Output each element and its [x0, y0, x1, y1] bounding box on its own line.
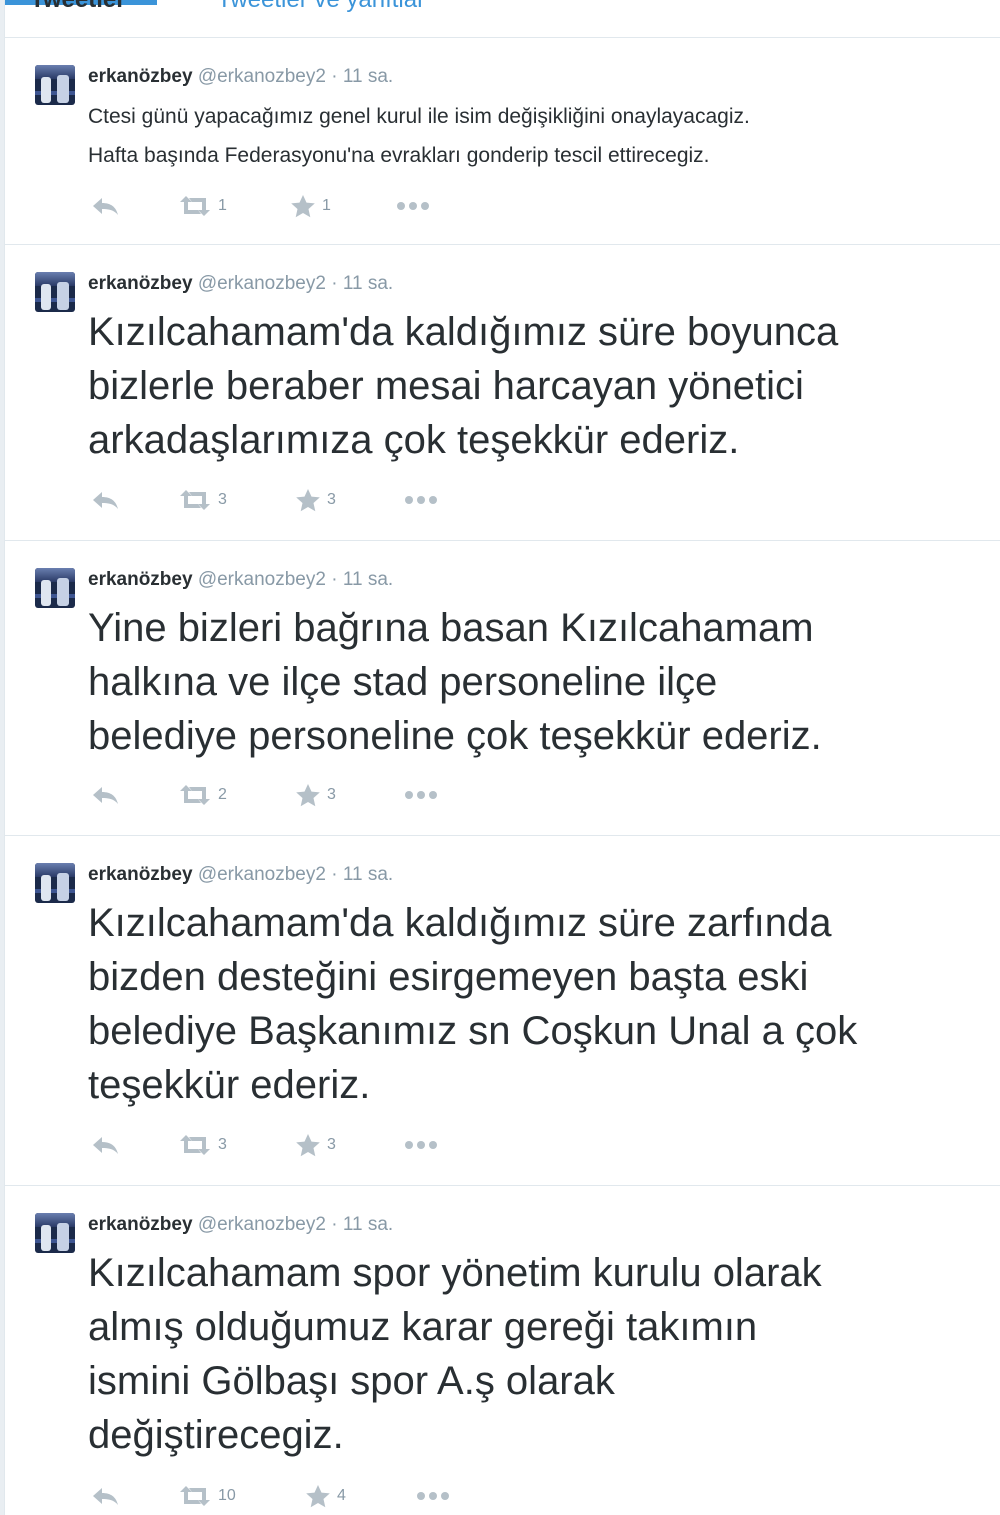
retweet-button[interactable]: 10: [178, 1484, 236, 1508]
tweet-text: Kızılcahamam'da kaldığımız süre boyunca …: [88, 310, 839, 462]
separator: ·: [331, 1214, 338, 1235]
retweet-count: 3: [218, 491, 227, 508]
reply-button[interactable]: [90, 194, 120, 218]
separator: ·: [331, 66, 338, 87]
more-button[interactable]: [396, 194, 430, 218]
retweet-count: 1: [218, 197, 227, 214]
favorite-count: 1: [322, 197, 331, 214]
star-icon: [296, 489, 320, 512]
tweet-timestamp[interactable]: 11 sa.: [343, 66, 393, 87]
tweet-actions: 3 3: [90, 488, 490, 512]
more-icon: [405, 1141, 437, 1149]
separator: ·: [331, 864, 338, 885]
retweet-button[interactable]: 2: [178, 783, 227, 807]
tweet-timestamp[interactable]: 11 sa.: [343, 864, 393, 885]
tweet-actions: 2 3: [90, 783, 490, 807]
favorite-button[interactable]: 4: [305, 1484, 346, 1508]
reply-button[interactable]: [90, 1484, 120, 1508]
avatar[interactable]: [35, 863, 75, 903]
more-button[interactable]: [404, 783, 438, 807]
user-handle[interactable]: @erkanozbey2: [198, 273, 326, 294]
tab-tweets-and-replies[interactable]: Tweetler ve yanıtlar: [217, 0, 425, 14]
star-icon: [291, 195, 315, 218]
user-name[interactable]: erkanözbey: [88, 864, 193, 885]
user-handle[interactable]: @erkanozbey2: [198, 1214, 326, 1235]
user-handle[interactable]: @erkanozbey2: [198, 569, 326, 590]
tweet-header: erkanözbey @erkanozbey2 · 11 sa.: [88, 568, 393, 592]
reply-icon: [93, 1488, 118, 1505]
profile-tabs: Tweetler Tweetler ve yanıtlar: [5, 0, 1000, 38]
more-icon: [405, 791, 437, 799]
more-button[interactable]: [404, 1133, 438, 1157]
favorite-button[interactable]: 3: [295, 783, 336, 807]
retweet-count: 10: [218, 1487, 236, 1504]
tweet-header: erkanözbey @erkanozbey2 · 11 sa.: [88, 863, 393, 887]
tweet-actions: 3 3: [90, 1133, 490, 1157]
tweet-header: erkanözbey @erkanozbey2 · 11 sa.: [88, 1213, 393, 1237]
favorite-button[interactable]: 1: [290, 194, 331, 218]
user-name[interactable]: erkanözbey: [88, 66, 193, 87]
tab-tweets[interactable]: Tweetler: [30, 0, 126, 14]
retweet-icon: [180, 1135, 210, 1155]
separator: ·: [331, 569, 338, 590]
tweet[interactable]: erkanözbey @erkanozbey2 · 11 sa. Kızılca…: [5, 245, 1000, 541]
avatar[interactable]: [35, 568, 75, 608]
tweet[interactable]: erkanözbey @erkanozbey2 · 11 sa. Yine bi…: [5, 541, 1000, 836]
retweet-button[interactable]: 3: [178, 488, 227, 512]
user-name[interactable]: erkanözbey: [88, 1214, 193, 1235]
tweet-timestamp[interactable]: 11 sa.: [343, 1214, 393, 1235]
more-icon: [405, 496, 437, 504]
star-icon: [306, 1485, 330, 1508]
favorite-count: 3: [327, 786, 336, 803]
more-icon: [397, 202, 429, 210]
favorite-count: 4: [337, 1487, 346, 1504]
tweet-header: erkanözbey @erkanozbey2 · 11 sa.: [88, 272, 393, 296]
star-icon: [296, 784, 320, 807]
retweet-icon: [180, 1486, 210, 1506]
tweet-text: Ctesi günü yapacağımız genel kurul ile i…: [88, 105, 750, 167]
reply-icon: [93, 787, 118, 804]
retweet-icon: [180, 490, 210, 510]
favorite-count: 3: [327, 1136, 336, 1153]
user-handle[interactable]: @erkanozbey2: [198, 864, 326, 885]
tweet-timestamp[interactable]: 11 sa.: [343, 273, 393, 294]
tweet-timestamp[interactable]: 11 sa.: [343, 569, 393, 590]
user-name[interactable]: erkanözbey: [88, 569, 193, 590]
tweet[interactable]: erkanözbey @erkanozbey2 · 11 sa. Kızılca…: [5, 836, 1000, 1186]
more-icon: [417, 1492, 449, 1500]
reply-button[interactable]: [90, 1133, 120, 1157]
retweet-icon: [180, 196, 210, 216]
favorite-button[interactable]: 3: [295, 1133, 336, 1157]
reply-icon: [93, 1137, 118, 1154]
reply-button[interactable]: [90, 488, 120, 512]
avatar[interactable]: [35, 65, 75, 105]
separator: ·: [331, 273, 338, 294]
reply-icon: [93, 492, 118, 509]
retweet-button[interactable]: 1: [178, 194, 227, 218]
favorite-count: 3: [327, 491, 336, 508]
tweet-header: erkanözbey @erkanozbey2 · 11 sa.: [88, 65, 393, 89]
tweet-text: Yine bizleri bağrına basan Kızılcahamam …: [88, 606, 822, 758]
tweet-text: Kızılcahamam'da kaldığımız süre zarfında…: [88, 901, 858, 1107]
tweet-text: Kızılcahamam spor yönetim kurulu olarak …: [88, 1251, 822, 1457]
user-name[interactable]: erkanözbey: [88, 273, 193, 294]
retweet-count: 2: [218, 786, 227, 803]
retweet-icon: [180, 785, 210, 805]
avatar[interactable]: [35, 272, 75, 312]
retweet-button[interactable]: 3: [178, 1133, 227, 1157]
tweet-actions: 10 4: [90, 1484, 490, 1508]
more-button[interactable]: [404, 488, 438, 512]
user-handle[interactable]: @erkanozbey2: [198, 66, 326, 87]
tweet-actions: 1 1: [90, 194, 490, 218]
tweet[interactable]: erkanözbey @erkanozbey2 · 11 sa. Kızılca…: [5, 1186, 1000, 1515]
favorite-button[interactable]: 3: [295, 488, 336, 512]
timeline: Tweetler Tweetler ve yanıtlar erkanözbey…: [4, 0, 1000, 1515]
avatar[interactable]: [35, 1213, 75, 1253]
tweet[interactable]: erkanözbey @erkanozbey2 · 11 sa. Ctesi g…: [5, 38, 1000, 245]
reply-icon: [93, 198, 118, 215]
retweet-count: 3: [218, 1136, 227, 1153]
reply-button[interactable]: [90, 783, 120, 807]
more-button[interactable]: [416, 1484, 450, 1508]
star-icon: [296, 1134, 320, 1157]
